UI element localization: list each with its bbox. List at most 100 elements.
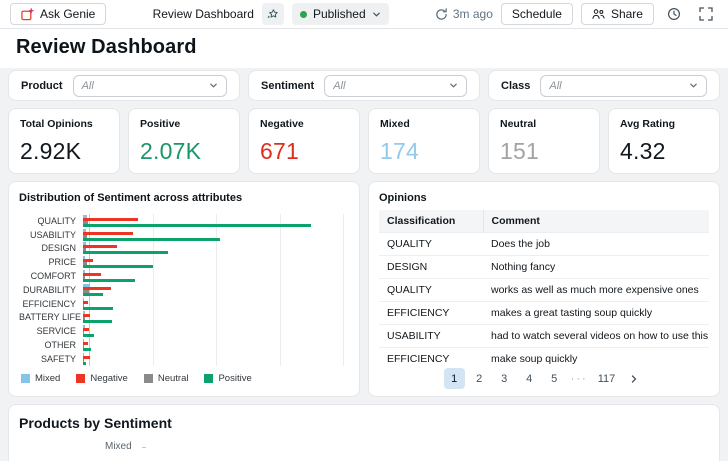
legend-swatch-icon: [144, 374, 153, 383]
bar-positive: [83, 224, 311, 227]
publish-status-label: Published: [313, 7, 366, 21]
kpi-card-avg-rating: Avg Rating 4.32: [608, 108, 720, 174]
doc-title: Review Dashboard: [153, 7, 254, 21]
chart-row-comfort: COMFORT: [19, 269, 349, 283]
category-label: QUALITY: [19, 216, 83, 226]
kpi-label: Negative: [260, 118, 348, 130]
bar-positive: [83, 265, 153, 268]
history-clock-icon: [667, 7, 681, 21]
chevron-down-icon: [449, 81, 458, 90]
ask-genie-label: Ask Genie: [40, 7, 95, 21]
table-cell: works as well as much more expensive one…: [483, 279, 709, 302]
distribution-chart[interactable]: QUALITY USABILITY DESIGN PRICE COMFORTDURABI…: [19, 214, 349, 366]
table-cell: Does the job: [483, 233, 709, 256]
topbar-left: Ask Genie: [10, 3, 106, 25]
table-cell: Nothing fancy: [483, 256, 709, 279]
refresh-icon: [435, 8, 448, 21]
bar-group: [83, 256, 343, 268]
kpi-value: 2.92K: [20, 138, 108, 165]
distribution-chart-title: Distribution of Sentiment across attribu…: [19, 192, 349, 204]
category-label: DESIGN: [19, 243, 83, 253]
legend-item-neutral: Neutral: [144, 373, 189, 384]
category-label: SAFETY: [19, 354, 83, 364]
products-chart-title: Products by Sentiment: [19, 415, 709, 431]
kpi-value: 4.32: [620, 138, 708, 165]
page-button-117[interactable]: 117: [594, 368, 620, 389]
kpi-value: 671: [260, 138, 348, 165]
bar-negative: [83, 273, 101, 276]
topbar-center: Review Dashboard Published: [153, 3, 389, 25]
kpi-value: 151: [500, 138, 588, 165]
table-cell: makes a great tasting soup quickly: [483, 302, 709, 325]
chart-row-service: SERVICE: [19, 324, 349, 338]
favorite-star-button[interactable]: [262, 3, 284, 25]
table-cell: USABILITY: [379, 325, 483, 348]
table-row[interactable]: EFFICIENCYmakes a great tasting soup qui…: [379, 302, 709, 325]
chart-row-durability: DURABILITY: [19, 283, 349, 297]
legend-label: Positive: [218, 373, 251, 384]
bar-negative: [83, 356, 90, 359]
opinions-title: Opinions: [379, 192, 709, 204]
kpi-label: Positive: [140, 118, 228, 130]
schedule-button[interactable]: Schedule: [501, 3, 573, 25]
table-cell: EFFICIENCY: [379, 302, 483, 325]
column-header: Classification: [379, 210, 483, 233]
category-label: USABILITY: [19, 230, 83, 240]
filter-select-sentiment[interactable]: All: [324, 75, 467, 97]
chevron-right-icon: [629, 374, 639, 384]
chart-row-battery-life: BATTERY LIFE: [19, 311, 349, 325]
filter-card-product: ProductAll: [8, 70, 240, 101]
fullscreen-icon: [699, 7, 713, 21]
history-button[interactable]: [662, 2, 686, 26]
legend-swatch-icon: [21, 374, 30, 383]
page-button-4[interactable]: 4: [519, 368, 540, 389]
kpi-value: 2.07K: [140, 138, 228, 165]
kpi-card-negative: Negative 671: [248, 108, 360, 174]
chart-row-design: DESIGN: [19, 242, 349, 256]
next-page-button[interactable]: [623, 368, 644, 389]
table-cell: QUALITY: [379, 233, 483, 256]
kpi-label: Mixed: [380, 118, 468, 130]
page-button-2[interactable]: 2: [469, 368, 490, 389]
widgets-row: Distribution of Sentiment across attribu…: [8, 181, 720, 397]
pagination: 12345···117: [369, 365, 719, 392]
column-header: Comment: [483, 210, 709, 233]
legend-item-positive: Positive: [204, 373, 251, 384]
published-dot-icon: [300, 11, 307, 18]
bar-positive: [83, 251, 168, 254]
ask-genie-button[interactable]: Ask Genie: [10, 3, 106, 25]
fullscreen-button[interactable]: [694, 2, 718, 26]
table-row[interactable]: QUALITYDoes the job: [379, 233, 709, 256]
products-chart[interactable]: [195, 433, 711, 461]
page-button-3[interactable]: 3: [494, 368, 515, 389]
filter-select-product[interactable]: All: [73, 75, 227, 97]
publish-status-dropdown[interactable]: Published: [292, 3, 389, 25]
opinions-table-card: Opinions ClassificationComment QUALITYDo…: [368, 181, 720, 397]
table-row[interactable]: DESIGNNothing fancy: [379, 256, 709, 279]
bar-negative: [83, 245, 117, 248]
filter-label: Class: [501, 80, 530, 92]
page-button-1[interactable]: 1: [444, 368, 465, 389]
category-label: BATTERY LIFE: [19, 312, 83, 322]
kpi-label: Avg Rating: [620, 118, 708, 130]
share-button[interactable]: Share: [581, 3, 654, 25]
category-label: SERVICE: [19, 326, 83, 336]
bar-positive: [83, 362, 86, 365]
refresh-control[interactable]: 3m ago: [435, 7, 493, 21]
bar-group: [83, 215, 343, 227]
table-row[interactable]: QUALITYworks as well as much more expens…: [379, 279, 709, 302]
bar-group: [83, 325, 343, 337]
category-label: EFFICIENCY: [19, 299, 83, 309]
kpi-card-neutral: Neutral151: [488, 108, 600, 174]
bar-negative: [83, 232, 133, 235]
table-row[interactable]: USABILITYhad to watch several videos on …: [379, 325, 709, 348]
category-label: PRICE: [19, 257, 83, 267]
kpi-row: Total Opinions2.92KPositive2.07KNegative…: [8, 108, 720, 174]
legend-label: Negative: [90, 373, 128, 384]
legend-swatch-icon: [204, 374, 213, 383]
filter-select-class[interactable]: All: [540, 75, 707, 97]
bar-positive: [83, 320, 112, 323]
chart-row-efficiency: EFFICIENCY: [19, 297, 349, 311]
bar-positive: [83, 348, 91, 351]
page-button-5[interactable]: 5: [544, 368, 565, 389]
